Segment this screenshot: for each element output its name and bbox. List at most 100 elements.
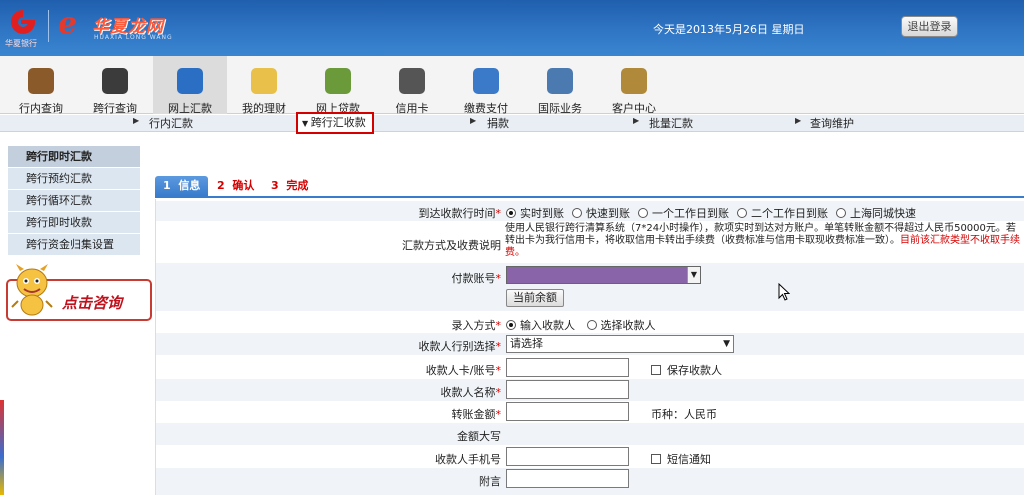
checkbox-icon[interactable] bbox=[651, 454, 661, 464]
step-label: 确认 bbox=[232, 179, 255, 192]
bank-select[interactable]: 请选择 ▼ bbox=[506, 335, 734, 353]
radio-icon[interactable] bbox=[836, 208, 846, 218]
money-bag-icon bbox=[325, 68, 351, 94]
radio-selected-icon[interactable] bbox=[506, 208, 516, 218]
sidebar-item-5[interactable]: 跨行资金归集设置 bbox=[8, 234, 140, 256]
phone-input[interactable] bbox=[506, 447, 629, 466]
bank-name: 华夏银行 bbox=[5, 39, 37, 48]
entry-option-input[interactable]: 输入收款人 bbox=[506, 319, 575, 332]
sidebar-item-4[interactable]: 跨行即时收款 bbox=[8, 212, 140, 234]
menu-item-7[interactable]: 缴费支付 bbox=[449, 62, 523, 115]
credit-card-icon bbox=[399, 68, 425, 94]
logout-button[interactable]: 退出登录 bbox=[901, 16, 958, 37]
steps-underline bbox=[155, 196, 1024, 198]
menu-item-4[interactable]: 我的理财 bbox=[227, 62, 301, 115]
menu-item-1[interactable]: 行内查询 bbox=[4, 62, 78, 115]
menu-item-5[interactable]: 网上贷款 bbox=[301, 62, 375, 115]
checkbox-icon[interactable] bbox=[651, 365, 661, 375]
submenu-item-1[interactable]: 行内汇款 bbox=[149, 116, 193, 131]
menu-item-3[interactable]: 网上汇款 bbox=[153, 56, 227, 115]
submenu-label: 捐款 bbox=[487, 117, 509, 130]
menu-item-label: 信用卡 bbox=[395, 102, 429, 115]
menu-item-6[interactable]: 信用卡 bbox=[375, 62, 449, 115]
field-label: 收款人名称* bbox=[440, 386, 502, 399]
radio-selected-icon[interactable] bbox=[506, 320, 516, 330]
sidebar-item-2[interactable]: 跨行预约汇款 bbox=[8, 168, 140, 190]
phone-row: 收款人手机号 短信通知 bbox=[156, 446, 1024, 468]
arrival-option-2[interactable]: 快速到账 bbox=[572, 207, 630, 220]
left-edge-stripe bbox=[0, 400, 4, 495]
pay-account-select[interactable]: ▼ bbox=[506, 266, 701, 284]
sidebar-item-1[interactable]: 跨行即时汇款 bbox=[8, 146, 140, 168]
field-label: 收款人行别选择* bbox=[418, 340, 502, 353]
ie-icon bbox=[177, 68, 203, 94]
person-icon bbox=[621, 68, 647, 94]
menu-item-8[interactable]: 国际业务 bbox=[523, 62, 597, 115]
chevron-down-icon[interactable]: ▼ bbox=[723, 336, 730, 352]
bank-select-value: 请选择 bbox=[510, 337, 543, 350]
step-number: 1 bbox=[163, 179, 171, 192]
menu-item-label: 国际业务 bbox=[538, 102, 582, 115]
chevron-down-icon: ▼ bbox=[302, 119, 311, 128]
brand-subtitle: HUAXIA LONG WANG bbox=[94, 34, 173, 41]
transfer-form: 到达收款行时间* 实时到账 快速到账 一个工作日到账 二个工作日到账 上海同城快速 汇款… bbox=[155, 199, 1024, 495]
arrival-option-1[interactable]: 实时到账 bbox=[506, 207, 564, 220]
field-label: 付款账号* bbox=[451, 272, 502, 285]
step-label: 信息 bbox=[178, 179, 201, 192]
pay-account-row: 付款账号* ▼ 当前余额 bbox=[156, 263, 1024, 311]
consult-banner[interactable]: 点击咨询 bbox=[6, 263, 152, 321]
arrival-option-4[interactable]: 二个工作日到账 bbox=[737, 207, 828, 220]
arrival-option-5[interactable]: 上海同城快速 bbox=[836, 207, 916, 220]
field-label: 金额大写 bbox=[457, 430, 501, 443]
chevron-down-icon[interactable]: ▼ bbox=[687, 267, 700, 283]
step-3: 3 完成 bbox=[271, 176, 308, 196]
save-payee-option[interactable]: 保存收款人 bbox=[651, 362, 722, 378]
globe-icon bbox=[547, 68, 573, 94]
payee-name-input[interactable] bbox=[506, 380, 629, 399]
radio-icon[interactable] bbox=[638, 208, 648, 218]
submenu-item-3[interactable]: 捐款 bbox=[487, 116, 509, 131]
field-label: 附言 bbox=[479, 475, 501, 488]
step-1: 1 信息 bbox=[155, 176, 209, 196]
chart-icon bbox=[251, 68, 277, 94]
bank-select-row: 收款人行别选择* 请选择 ▼ bbox=[156, 333, 1024, 355]
radio-icon[interactable] bbox=[572, 208, 582, 218]
chevron-right-icon: ▶ bbox=[470, 116, 477, 125]
memo-input[interactable] bbox=[506, 469, 629, 488]
menu-item-9[interactable]: 客户中心 bbox=[597, 62, 671, 115]
menu-item-2[interactable]: 跨行查询 bbox=[78, 62, 152, 115]
field-label: 转账金额* bbox=[451, 408, 502, 421]
submenu-item-5[interactable]: 查询维护 bbox=[810, 116, 854, 131]
arrival-time-row: 到达收款行时间* 实时到账 快速到账 一个工作日到账 二个工作日到账 上海同城快速 bbox=[156, 201, 1024, 221]
entry-options: 输入收款人 选择收款人 bbox=[506, 317, 664, 333]
brand-logo: e 华夏龙网 HUAXIA LONG WANG bbox=[58, 8, 188, 42]
field-label: 收款人卡/账号* bbox=[425, 364, 501, 377]
book-icon bbox=[28, 68, 54, 94]
chevron-right-icon: ▶ bbox=[133, 116, 140, 125]
sidebar-item-3[interactable]: 跨行循环汇款 bbox=[8, 190, 140, 212]
radio-icon[interactable] bbox=[586, 320, 597, 330]
submenu-label: 跨行汇收款 bbox=[310, 116, 366, 129]
submenu-item-4[interactable]: 批量汇款 bbox=[649, 116, 693, 131]
entry-method-row: 录入方式* 输入收款人 选择收款人 bbox=[156, 313, 1024, 333]
card-row: 收款人卡/账号* 保存收款人 bbox=[156, 357, 1024, 379]
method-description: 使用人民银行跨行清算系统（7*24小时操作），款项实时到达对方账户。单笔转账金额… bbox=[505, 223, 1024, 259]
arrival-option-3[interactable]: 一个工作日到账 bbox=[638, 207, 729, 220]
amount-input[interactable] bbox=[506, 402, 629, 421]
card-number-input[interactable] bbox=[506, 358, 629, 377]
submenu-item-2[interactable]: ▼ 跨行汇收款 bbox=[296, 112, 374, 134]
radio-icon[interactable] bbox=[737, 208, 747, 218]
step-number: 3 bbox=[271, 179, 279, 192]
menu-item-label: 缴费支付 bbox=[464, 102, 508, 115]
balance-button[interactable]: 当前余额 bbox=[506, 289, 564, 307]
chevron-right-icon: ▶ bbox=[633, 116, 640, 125]
sms-notice-option[interactable]: 短信通知 bbox=[651, 451, 711, 467]
step-2: 2 确认 bbox=[217, 176, 254, 196]
dragon-mascot-icon bbox=[11, 264, 53, 316]
entry-option-select[interactable]: 选择收款人 bbox=[586, 319, 656, 332]
amount-row: 转账金额* 币种：人民币 bbox=[156, 401, 1024, 423]
menu-item-label: 我的理财 bbox=[242, 102, 286, 115]
name-row: 收款人名称* bbox=[156, 379, 1024, 401]
field-label: 录入方式* bbox=[451, 319, 502, 332]
mouse-cursor-icon bbox=[778, 283, 790, 301]
